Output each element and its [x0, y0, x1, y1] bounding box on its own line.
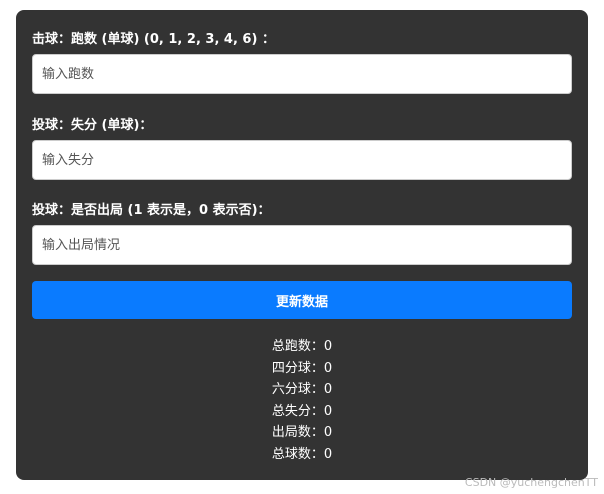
conceded-input[interactable] [32, 140, 572, 180]
stats-card: 击球：跑数 (单球) (0, 1, 2, 3, 4, 6) ： 投球：失分 (单… [16, 10, 588, 480]
stat-label: 总失分： [271, 403, 324, 419]
stat-label: 四分球： [271, 360, 324, 376]
wicket-label: 投球：是否出局 (1 表示是，0 表示否)： [32, 203, 271, 218]
stat-value: 0 [323, 446, 333, 462]
stat-total-balls: 总球数：0 [16, 444, 588, 466]
wicket-input[interactable] [32, 225, 572, 265]
stat-label: 出局数： [271, 425, 324, 441]
stat-value: 0 [323, 403, 333, 419]
stat-total-runs: 总跑数：0 [16, 336, 588, 358]
runs-input[interactable] [32, 54, 572, 94]
stat-wickets: 出局数：0 [16, 422, 588, 444]
stats-list: 总跑数：0 四分球：0 六分球：0 总失分：0 出局数：0 总球数：0 [16, 336, 588, 466]
conceded-label: 投球：失分 (单球)： [32, 118, 153, 133]
stat-value: 0 [323, 339, 333, 354]
stat-fours: 四分球：0 [16, 358, 588, 380]
stat-value: 0 [323, 382, 333, 398]
update-button[interactable]: 更新数据 [32, 281, 572, 319]
runs-label: 击球：跑数 (单球) (0, 1, 2, 3, 4, 6) ： [32, 32, 275, 47]
stat-value: 0 [323, 360, 333, 376]
stat-label: 总球数： [271, 446, 324, 462]
stat-value: 0 [323, 425, 333, 441]
stat-label: 总跑数： [271, 339, 324, 354]
stat-total-conceded: 总失分：0 [16, 401, 588, 423]
csdn-watermark: CSDN @yuchengchenTT [464, 476, 598, 489]
stat-label: 六分球： [271, 382, 324, 398]
stat-sixes: 六分球：0 [16, 379, 588, 401]
